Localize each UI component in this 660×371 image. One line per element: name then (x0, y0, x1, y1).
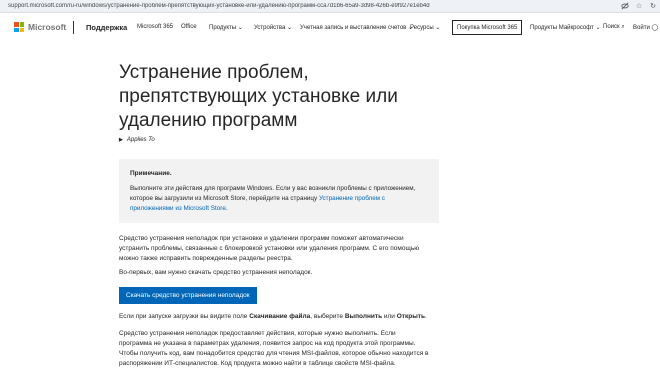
first-step-paragraph: Во-первых, вам нужно скачать средство ус… (119, 269, 313, 276)
page-title: Устранение проблем, препятствующих устан… (119, 62, 398, 131)
search-link[interactable]: Поиск ⌕ (603, 24, 625, 31)
note-heading: Примечание. (130, 170, 172, 177)
sign-in-link[interactable]: Войти ◯ (633, 24, 658, 31)
nav-microsoft365[interactable]: Microsoft 365 (137, 24, 173, 30)
nav-resources[interactable]: Ресурсы ⌄ (410, 24, 440, 31)
download-troubleshooter-button[interactable]: Скачать средство устранения неполадок (119, 287, 257, 304)
microsoft-logo-icon (14, 22, 24, 32)
buy-microsoft365-button[interactable]: Покупка Microsoft 365 (452, 20, 523, 35)
nav-support[interactable]: Поддержка (86, 23, 127, 32)
nav-ms-products[interactable]: Продукты Майкрософт ⌄ (530, 24, 601, 31)
brand-name: Microsoft (28, 22, 67, 32)
address-bar[interactable]: support.microsoft.com/ru-ru/windows/устр… (0, 0, 660, 13)
nav-products[interactable]: Продукты ⌄ (209, 24, 243, 31)
eye-off-icon[interactable] (618, 0, 632, 13)
instructions-paragraph: Средство устранения неполадок предоставл… (119, 330, 429, 367)
nav-office[interactable]: Office (181, 24, 197, 30)
url-text[interactable]: support.microsoft.com/ru-ru/windows/устр… (0, 3, 618, 9)
search-icon: ⌕ (621, 24, 625, 30)
star-icon[interactable]: ☆ (632, 0, 646, 13)
triangle-right-icon: ▶ (119, 137, 123, 143)
divider (73, 21, 74, 34)
download-hint-paragraph: Если при запуске загрузки вы видите поле… (119, 313, 427, 320)
user-icon: ◯ (651, 25, 659, 31)
note-text: Выполните эти действия для программ Wind… (130, 185, 416, 212)
intro-paragraph: Средство устранения неполадок при устано… (119, 235, 420, 262)
nav-account-billing[interactable]: Учетная запись и выставление счетов ⌄ (300, 24, 413, 31)
nav-devices[interactable]: Устройства ⌄ (254, 24, 292, 31)
microsoft-logo[interactable]: Microsoft (14, 22, 66, 32)
site-header: Microsoft Поддержка Microsoft 365 Office… (0, 13, 660, 43)
refresh-icon[interactable]: ↻ (646, 0, 660, 13)
note-box: Примечание. Выполните эти действия для п… (119, 159, 439, 223)
applies-to-toggle[interactable]: ▶ Applies To (119, 137, 155, 143)
